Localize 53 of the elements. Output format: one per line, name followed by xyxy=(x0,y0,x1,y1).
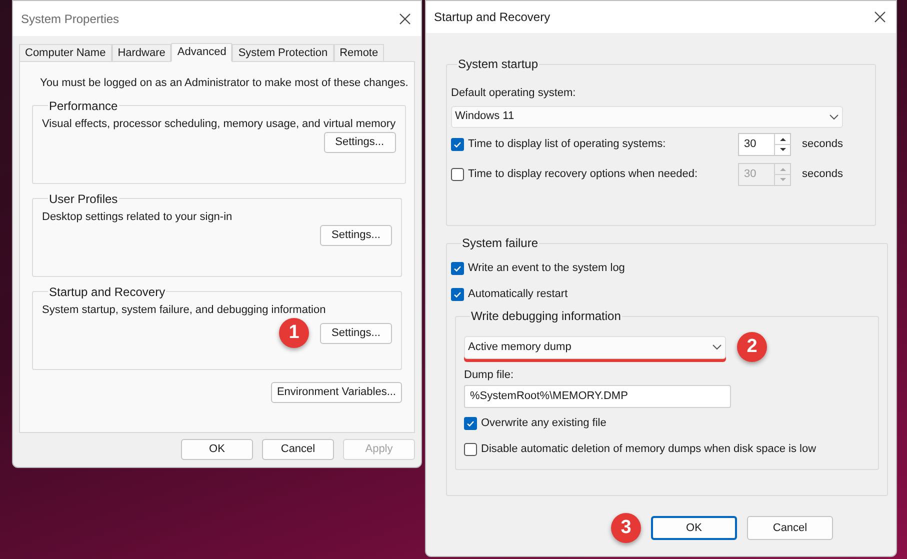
close-icon[interactable] xyxy=(399,12,411,24)
dialog-button[interactable]: OK xyxy=(181,439,253,460)
settings-button[interactable]: Settings... xyxy=(320,322,392,344)
group-title: Startup and Recovery xyxy=(48,284,166,300)
checkbox-label: Write an event to the system log xyxy=(468,260,625,276)
settings-button[interactable]: Settings... xyxy=(320,225,392,246)
dialog-button[interactable]: Cancel xyxy=(262,439,334,460)
tab[interactable]: System Protection xyxy=(232,44,334,61)
group-description: Desktop settings related to your sign-in xyxy=(42,210,234,224)
window-title: System Properties xyxy=(21,10,120,28)
chevron-down-icon xyxy=(712,344,722,350)
dialog-button[interactable]: Cancel xyxy=(747,516,833,540)
environment-variables-button[interactable]: Environment Variables... xyxy=(270,382,402,402)
tab[interactable]: Advanced xyxy=(171,43,232,62)
spin-arrows-icon xyxy=(774,134,790,155)
field-label: Default operating system: xyxy=(451,86,577,101)
checkbox[interactable] xyxy=(451,288,464,300)
spin-arrows-icon xyxy=(774,164,790,185)
checkbox[interactable] xyxy=(451,168,464,181)
group-title: System startup xyxy=(457,56,540,73)
group-title: Performance xyxy=(48,98,119,114)
group-description: Visual effects, processor scheduling, memory usage, and virtual memory xyxy=(42,116,396,132)
checkbox[interactable] xyxy=(464,417,477,430)
group-title: Write debugging information xyxy=(470,308,622,325)
tab[interactable]: Computer Name xyxy=(19,44,112,61)
tab[interactable]: Hardware xyxy=(112,44,172,61)
checkbox-label: Time to display recovery options when needed: xyxy=(468,167,698,182)
checkbox-label: Automatically restart xyxy=(468,286,568,302)
step-badge: 1 xyxy=(279,318,309,348)
group-title: User Profiles xyxy=(48,190,119,208)
checkbox-label: Overwrite any existing file xyxy=(481,416,606,432)
step-badge: 2 xyxy=(737,332,767,362)
settings-button[interactable]: Settings... xyxy=(324,132,396,153)
field-label: Dump file: xyxy=(464,368,515,383)
tab[interactable]: Remote xyxy=(334,44,384,61)
checkbox-label: Time to display list of operating systems: xyxy=(468,137,666,152)
window-title: Startup and Recovery xyxy=(434,9,550,26)
notice-text: You must be logged on as an Administrator to make most of these changes. xyxy=(40,76,408,91)
checkbox-label: Disable automatic deletion of memory dumps when disk space is low xyxy=(481,442,816,458)
unit-label: seconds xyxy=(802,137,843,152)
group-description: System startup, system failure, and debugging information xyxy=(42,302,327,318)
checkbox[interactable] xyxy=(451,138,464,151)
step-badge: 3 xyxy=(611,513,641,543)
unit-label: seconds xyxy=(802,167,843,182)
group-title: System failure xyxy=(461,235,540,252)
checkbox[interactable] xyxy=(464,443,477,456)
chevron-down-icon xyxy=(829,114,839,120)
dialog-button[interactable]: OK xyxy=(651,516,737,540)
checkbox[interactable] xyxy=(451,262,464,274)
close-icon[interactable] xyxy=(874,11,886,23)
dump-file-field[interactable]: %SystemRoot%\MEMORY.DMP xyxy=(464,384,731,408)
os-dropdown[interactable]: Windows 11 xyxy=(451,106,843,128)
number-spinner[interactable]: 30 xyxy=(738,133,791,156)
